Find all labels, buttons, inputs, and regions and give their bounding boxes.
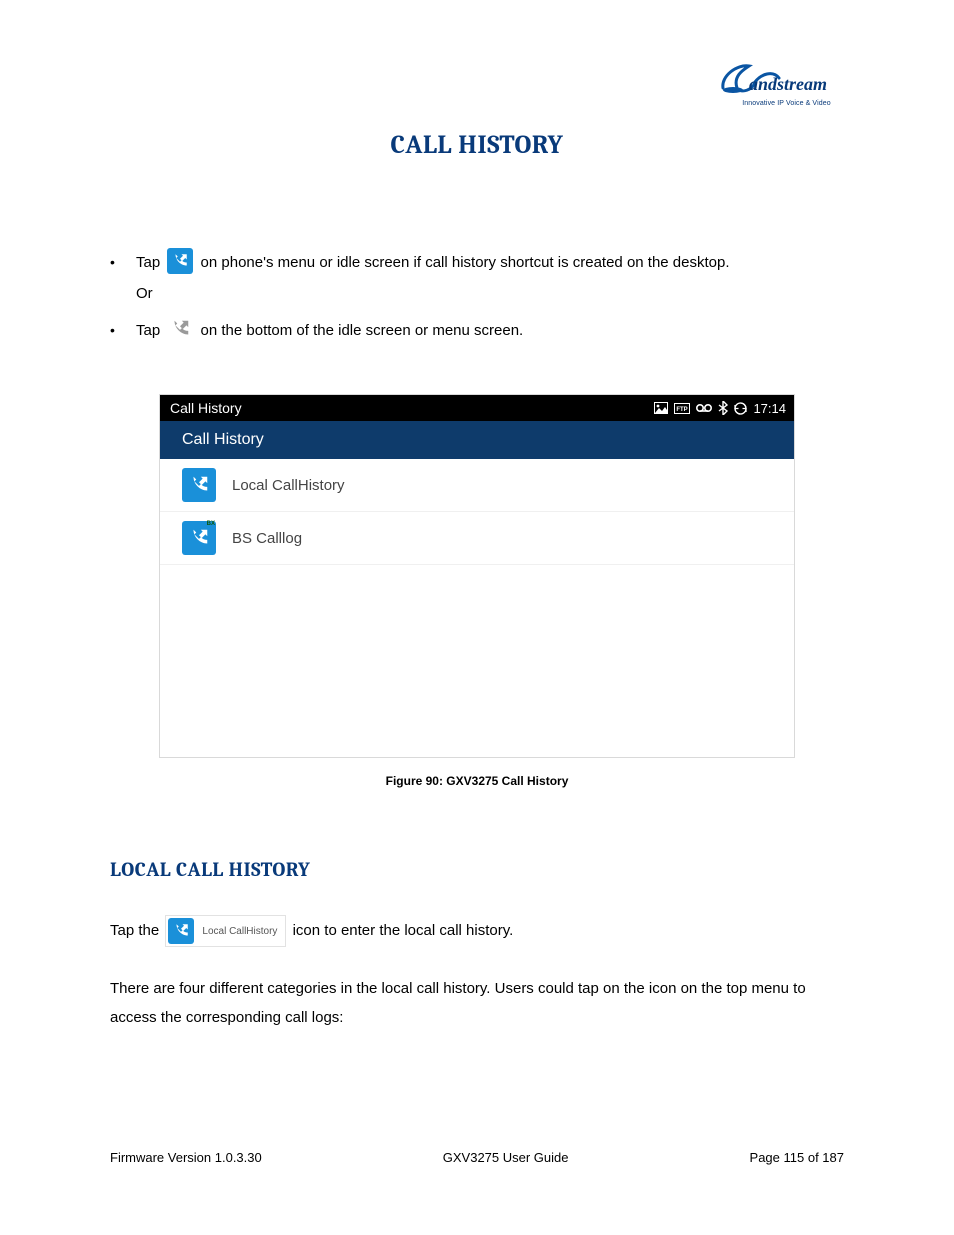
footer-page-number: Page 115 of 187 [750, 1150, 844, 1165]
grandstream-logo-icon: andstream [719, 54, 854, 98]
bullet-icon: • [110, 251, 136, 273]
status-bar-icons: FTP 17:14 [654, 401, 786, 416]
text: on phone's menu or idle screen if call h… [201, 254, 730, 271]
text: icon to enter the local call history. [293, 922, 514, 939]
bullet-icon: • [110, 319, 136, 341]
status-bar-time: 17:14 [753, 401, 786, 416]
svg-text:FTP: FTP [677, 407, 688, 413]
text: Tap [136, 322, 160, 339]
instruction-list: • Tap on phone's menu or idle screen if … [110, 250, 844, 344]
brand-tagline: Innovative IP Voice & Video [719, 100, 854, 107]
call-history-icon [168, 918, 194, 944]
brand-logo: andstream Innovative IP Voice & Video [719, 54, 854, 107]
text: Tap [136, 254, 160, 271]
thumbnail-label: Local CallHistory [202, 922, 277, 941]
call-history-shortcut-icon [167, 248, 193, 274]
app-header: Call History [160, 421, 794, 459]
bluetooth-icon [718, 401, 728, 415]
list-item: • Tap on the bottom of the idle screen o… [110, 318, 844, 344]
ftp-icon: FTP [674, 403, 690, 414]
section-heading: LOCAL CALL HISTORY [110, 858, 844, 881]
page-title: CALL HISTORY [110, 130, 844, 160]
page-footer: Firmware Version 1.0.3.30 GXV3275 User G… [110, 1150, 844, 1165]
text: Tap the [110, 922, 159, 939]
list-item-label: BS Calllog [232, 530, 302, 547]
text: Or [136, 282, 844, 306]
footer-firmware-version: Firmware Version 1.0.3.30 [110, 1150, 262, 1165]
sync-icon [734, 402, 747, 415]
list-item: • Tap on phone's menu or idle screen if … [110, 250, 844, 276]
svg-text:andstream: andstream [749, 74, 827, 94]
document-page: andstream Innovative IP Voice & Video CA… [0, 0, 954, 1235]
embedded-phone-screenshot: Call History FTP 17:14 Call History Loca… [159, 394, 795, 758]
call-history-menu-icon [167, 316, 193, 342]
local-callhistory-button-thumbnail: Local CallHistory [165, 915, 286, 947]
figure-caption: Figure 90: GXV3275 Call History [110, 774, 844, 788]
list-item-bs-calllog[interactable]: BX BS Calllog [160, 512, 794, 565]
image-icon [654, 402, 668, 414]
footer-doc-title: GXV3275 User Guide [443, 1150, 569, 1165]
call-history-icon [182, 468, 216, 502]
list-item-label: Local CallHistory [232, 477, 345, 494]
status-bar: Call History FTP 17:14 [160, 395, 794, 421]
list-item-local-callhistory[interactable]: Local CallHistory [160, 459, 794, 512]
text: on the bottom of the idle screen or menu… [201, 322, 524, 339]
paragraph: There are four different categories in t… [110, 975, 844, 1032]
section-body: Tap the Local CallHistory icon to enter … [110, 915, 844, 1032]
bx-badge: BX [207, 521, 215, 527]
voicemail-icon [696, 403, 712, 413]
status-bar-title: Call History [170, 400, 242, 416]
call-history-bx-icon: BX [182, 521, 216, 555]
